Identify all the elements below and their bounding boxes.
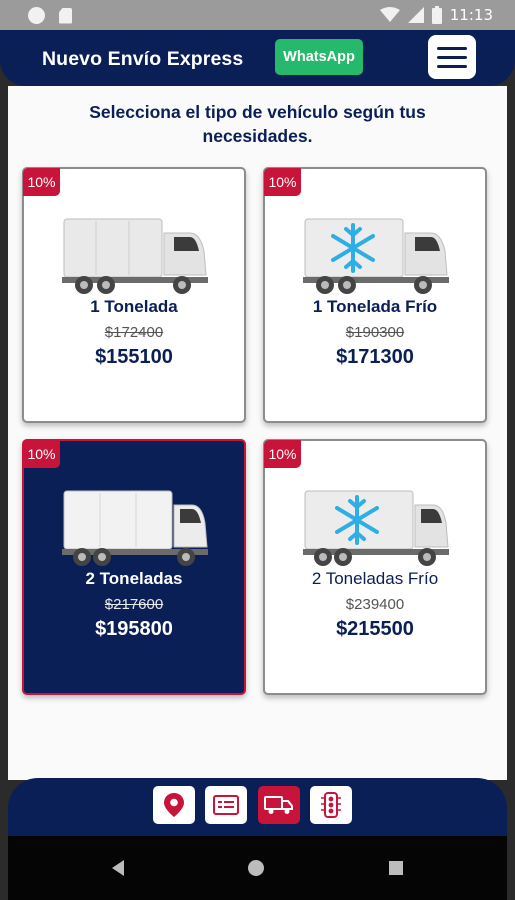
box-truck-icon [62,490,208,566]
refrigerated-truck-icon [303,218,449,294]
discount-badge: 10% [23,168,60,196]
hamburger-menu-button[interactable] [428,35,476,79]
nav-traffic-button[interactable] [310,786,352,824]
menu-line [437,46,467,50]
battery-icon [431,6,442,24]
original-price: $172400 [104,324,164,341]
vehicle-card-2-toneladas[interactable]: 10% 2 Toneladas $217600 $195800 [22,439,246,695]
wifi-icon [379,7,400,22]
subtitle: Selecciona el tipo de vehículo según tus… [0,100,515,148]
vehicle-name: 1 Tonelada [90,297,178,316]
vehicle-card-1-tonelada-frio[interactable]: 10% 1 Tonelada Frío $190300 $171300 [263,167,487,423]
back-triangle-icon [112,860,124,876]
nav-location-button[interactable] [153,786,195,824]
recents-button[interactable] [381,854,411,882]
form-card-icon [213,795,239,815]
whatsapp-button[interactable]: WhatsApp [275,39,363,75]
vehicle-card-2-toneladas-frio[interactable]: 10% 2 Toneladas Frío $239400 $215500 [263,439,487,695]
menu-line [437,55,467,59]
location-pin-icon [164,793,184,817]
status-bar: 11:13 [0,0,515,30]
vehicle-card-1-tonelada[interactable]: 10% 1 Tonelada $172400 $155100 [22,167,246,423]
status-left [28,7,72,24]
discount-price: $171300 [336,346,414,368]
vehicle-name: 2 Toneladas Frío [311,569,439,588]
notification-dot-icon [28,7,45,24]
vehicle-name: 2 Toneladas [85,569,183,588]
discount-price: $155100 [95,346,173,368]
original-price: $239400 [345,596,405,613]
vehicle-name: 1 Tonelada Frío [312,297,438,316]
app-header: Nuevo Envío Express WhatsApp [0,30,515,86]
sd-card-icon [59,7,72,24]
discount-badge: 10% [264,440,301,468]
truck-icon [264,796,293,814]
discount-price: $195800 [95,618,173,640]
cell-signal-icon [407,7,424,23]
nav-form-button[interactable] [205,786,247,824]
discount-badge: 10% [264,168,301,196]
original-price: $190300 [345,324,405,341]
status-right: 11:13 [379,6,493,24]
refrigerated-truck-icon [303,490,449,566]
back-button[interactable] [103,854,133,882]
discount-badge: 10% [23,440,60,468]
original-price: $217600 [104,596,164,613]
discount-price: $215500 [336,618,414,640]
home-circle-icon [248,860,264,876]
page-title: Nuevo Envío Express [42,48,244,70]
bottom-navigation [8,778,507,836]
nav-vehicle-button[interactable] [258,786,300,824]
subtitle-line: necesidades. [202,126,313,146]
system-navigation-bar [8,836,507,900]
box-truck-icon [62,218,208,294]
menu-line [437,64,467,68]
recents-square-icon [389,861,403,875]
subtitle-line: Selecciona el tipo de vehículo según tus [89,102,426,122]
clock: 11:13 [449,6,493,24]
home-button[interactable] [241,854,271,882]
traffic-light-icon [321,792,341,818]
